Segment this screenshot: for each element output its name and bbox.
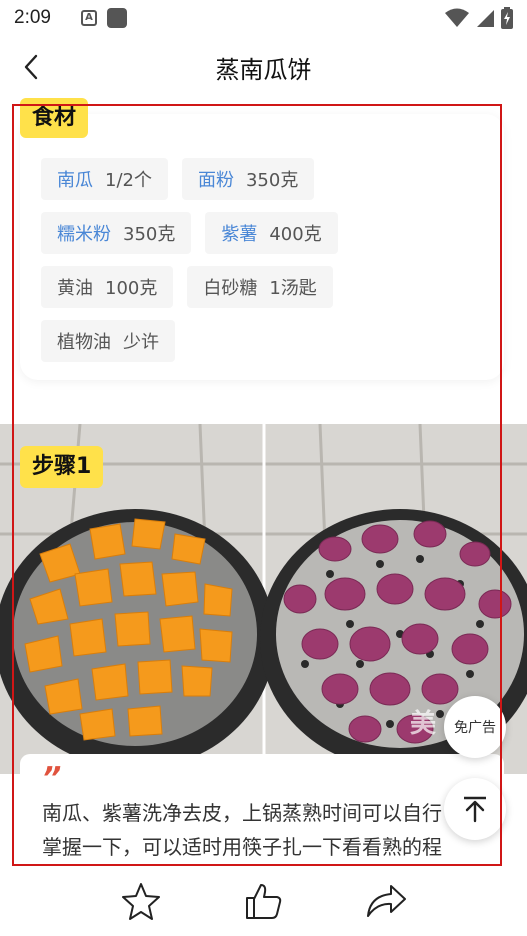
- remove-ads-button[interactable]: 免广告: [444, 696, 506, 758]
- ingredient-name: 糯米粉: [57, 224, 111, 245]
- ingredient-name: 面粉: [197, 170, 234, 191]
- ingredient-chip[interactable]: 糯米粉 350克: [41, 212, 192, 254]
- ingredients-section-title: 食材: [20, 98, 89, 138]
- ingredient-qty: 350克: [123, 224, 176, 245]
- notification-app-icon: [106, 8, 127, 28]
- ingredient-name: 南瓜: [57, 170, 93, 191]
- status-indicators: [445, 7, 513, 29]
- step-title: 步骤1: [20, 446, 104, 488]
- ingredient-qty: 少许: [123, 332, 159, 353]
- ingredient-chip[interactable]: 紫薯 400克: [205, 212, 338, 254]
- status-time: 2:09: [14, 7, 51, 28]
- quote-icon: ”: [42, 761, 62, 796]
- back-to-top-button[interactable]: [444, 778, 506, 840]
- battery-icon: [501, 7, 513, 29]
- ingredient-qty: 350克: [245, 170, 299, 191]
- wifi-icon: [445, 8, 469, 27]
- ingredient-qty: 1/2个: [105, 170, 152, 191]
- ingredient-chip[interactable]: 白砂糖 1汤匙: [187, 266, 333, 308]
- star-icon: [122, 883, 161, 920]
- ingredient-row: 糯米粉 350克 紫薯 400克: [41, 212, 338, 254]
- ingredient-row: 植物油 少许: [41, 320, 175, 362]
- ingredient-chip[interactable]: 面粉 350克: [181, 158, 315, 200]
- step-text-line-2: 掌握一下，可以适时用筷子扎一下看看熟的程: [42, 835, 442, 859]
- like-button[interactable]: [239, 877, 287, 925]
- step-description-card: ” 南瓜、紫薯洗净去皮，上锅蒸熟时间可以自行 掌握一下，可以适时用筷子扎一下看看…: [20, 754, 504, 866]
- ingredient-name: 植物油: [57, 332, 111, 353]
- share-button[interactable]: [362, 877, 410, 925]
- ingredient-chip[interactable]: 植物油 少许: [41, 320, 175, 362]
- ingredient-name: 紫薯: [221, 224, 258, 245]
- ingredient-row: 南瓜 1/2个 面粉 350克: [41, 158, 315, 200]
- arrow-up-icon: [464, 796, 486, 823]
- ingredient-name: 白砂糖: [203, 278, 258, 299]
- ingredient-qty: 400克: [269, 224, 322, 245]
- share-arrow-icon: [366, 885, 406, 917]
- step-text-line-1: 南瓜、紫薯洗净去皮，上锅蒸熟时间可以自行: [42, 801, 442, 825]
- ingredient-chip[interactable]: 黄油 100克: [41, 266, 174, 308]
- favorite-button[interactable]: [117, 877, 165, 925]
- ingredient-qty: 100克: [105, 278, 158, 299]
- ingredient-row: 黄油 100克 白砂糖 1汤匙: [41, 266, 333, 308]
- page-title: 蒸南瓜饼: [215, 56, 312, 84]
- photo-watermark: 美: [410, 708, 436, 739]
- status-bar: 2:09 A: [0, 0, 527, 36]
- recipe-content[interactable]: 食材 南瓜 1/2个 面粉 350克 糯米粉 350克 紫薯 400克 黄油 1…: [0, 98, 527, 866]
- bottom-action-bar: [0, 866, 527, 936]
- ingredient-qty: 1汤匙: [269, 278, 317, 299]
- ingredient-name: 黄油: [57, 278, 93, 299]
- nav-bar: 蒸南瓜饼: [0, 36, 527, 98]
- ingredient-chip[interactable]: 南瓜 1/2个: [41, 158, 168, 200]
- signal-icon: [477, 10, 494, 27]
- thumbs-up-icon: [246, 884, 282, 919]
- notification-a-icon: A: [80, 10, 97, 26]
